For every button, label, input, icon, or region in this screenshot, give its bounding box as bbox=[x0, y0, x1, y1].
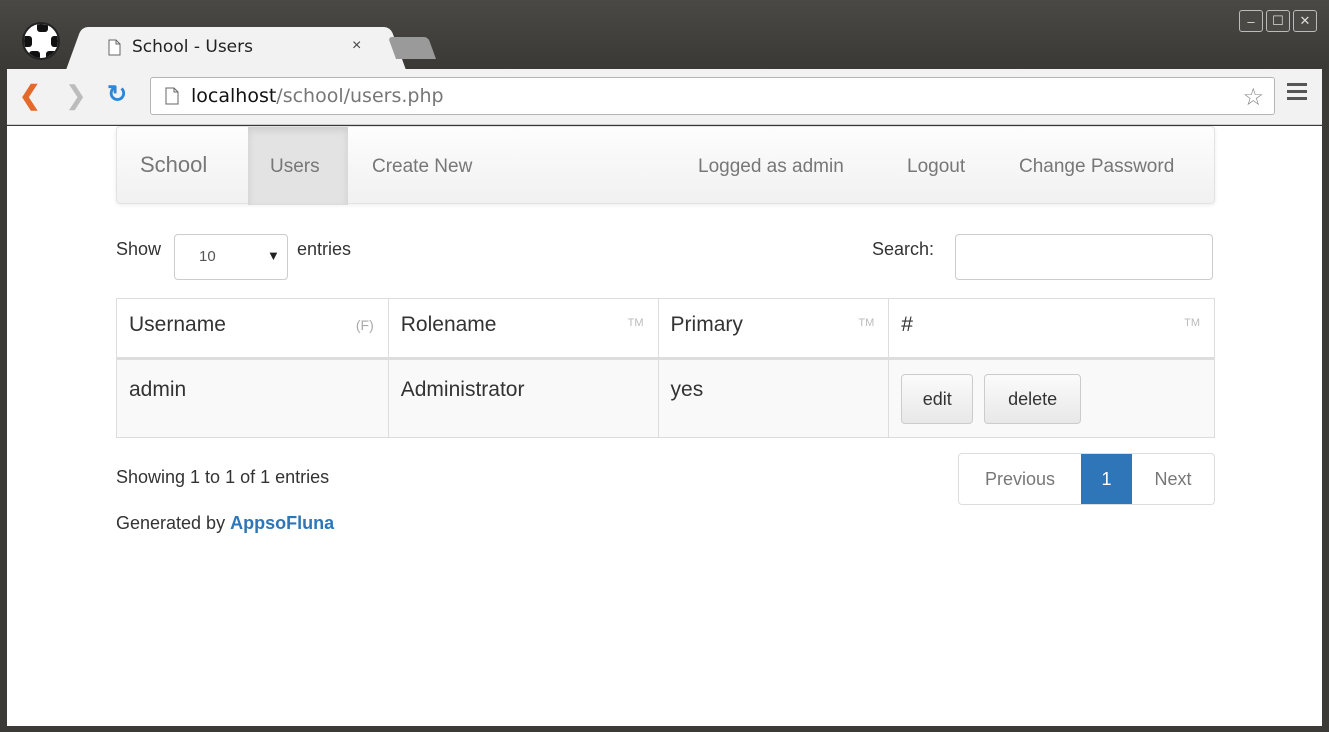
content-container: School Users Create New Logged as admin … bbox=[116, 126, 1215, 533]
close-window-button[interactable]: ✕ bbox=[1293, 10, 1317, 32]
cell-rolename: Administrator bbox=[387, 358, 659, 438]
nav-logout[interactable]: Logout bbox=[907, 156, 965, 178]
sort-indicator-icon: TM bbox=[1184, 317, 1200, 329]
nav-change-password[interactable]: Change Password bbox=[1019, 156, 1174, 178]
pagination-next[interactable]: Next bbox=[1132, 454, 1214, 504]
window-controls: – ☐ ✕ bbox=[1239, 10, 1317, 32]
appsofluna-link[interactable]: AppsoFluna bbox=[230, 513, 334, 533]
page-icon bbox=[165, 87, 179, 105]
entries-label: entries bbox=[297, 239, 352, 259]
browser-toolbar: ❮ ❯ ↻ localhost/school/users.php ☆ bbox=[7, 69, 1322, 125]
table-info: Showing 1 to 1 of 1 entries bbox=[116, 467, 330, 487]
cell-username: admin bbox=[116, 358, 389, 438]
tab-close-icon[interactable]: × bbox=[352, 37, 361, 55]
pagination-previous[interactable]: Previous bbox=[959, 454, 1081, 504]
delete-button[interactable]: delete bbox=[984, 374, 1082, 424]
table-header-row: Username (F) Rolename TM Primary TM # TM bbox=[116, 298, 1215, 360]
search-input[interactable] bbox=[955, 234, 1213, 280]
cell-primary: yes bbox=[657, 358, 890, 438]
maximize-button[interactable]: ☐ bbox=[1266, 10, 1290, 32]
show-label: Show bbox=[116, 239, 162, 259]
column-header-rolename[interactable]: Rolename TM bbox=[387, 298, 659, 360]
search-label: Search: bbox=[872, 239, 935, 259]
column-header-actions[interactable]: # TM bbox=[888, 298, 1215, 360]
column-header-primary[interactable]: Primary TM bbox=[657, 298, 890, 360]
address-bar[interactable]: localhost/school/users.php ☆ bbox=[150, 77, 1275, 115]
soccer-ball-icon bbox=[22, 22, 60, 60]
reload-icon[interactable]: ↻ bbox=[107, 79, 127, 111]
sort-indicator-icon: TM bbox=[858, 317, 875, 329]
page-icon bbox=[108, 39, 121, 56]
caret-down-icon: ▼ bbox=[267, 248, 280, 263]
hamburger-menu-icon[interactable] bbox=[1287, 83, 1307, 104]
page-viewport: School Users Create New Logged as admin … bbox=[7, 126, 1322, 726]
users-table: Username (F) Rolename TM Primary TM # TM adm… bbox=[116, 298, 1215, 438]
sort-indicator-icon: (F) bbox=[355, 317, 374, 333]
table-controls: Show 10 ▼ entries Search: bbox=[116, 204, 1215, 298]
column-header-username[interactable]: Username (F) bbox=[116, 298, 389, 360]
title-bar: School - Users × – ☐ ✕ bbox=[0, 0, 1329, 69]
navbar: School Users Create New Logged as admin … bbox=[116, 126, 1215, 205]
nav-logged-as[interactable]: Logged as admin bbox=[698, 156, 844, 178]
entries-select[interactable]: 10 ▼ bbox=[174, 234, 288, 280]
back-arrow-icon[interactable]: ❮ bbox=[19, 79, 41, 111]
pagination-page-1[interactable]: 1 bbox=[1081, 454, 1132, 504]
pagination: Previous 1 Next bbox=[958, 453, 1215, 505]
nav-create-new[interactable]: Create New bbox=[372, 156, 472, 178]
navbar-brand[interactable]: School bbox=[140, 152, 207, 178]
edit-button[interactable]: edit bbox=[901, 374, 974, 424]
forward-arrow-icon[interactable]: ❯ bbox=[65, 79, 87, 111]
sort-indicator-icon: TM bbox=[627, 317, 644, 329]
url-text: localhost/school/users.php bbox=[191, 85, 444, 107]
table-row: admin Administrator yes edit delete bbox=[116, 358, 1215, 438]
nav-users[interactable]: Users bbox=[270, 156, 320, 178]
cell-actions: edit delete bbox=[888, 358, 1215, 438]
entries-select-value: 10 bbox=[199, 248, 216, 265]
browser-tab-active[interactable]: School - Users × bbox=[86, 27, 386, 69]
new-tab-button[interactable] bbox=[387, 37, 437, 59]
minimize-button[interactable]: – bbox=[1239, 10, 1263, 32]
generated-by: Generated by AppsoFluna bbox=[116, 513, 335, 533]
tab-title: School - Users bbox=[132, 37, 253, 57]
bookmark-star-icon[interactable]: ☆ bbox=[1242, 83, 1264, 112]
